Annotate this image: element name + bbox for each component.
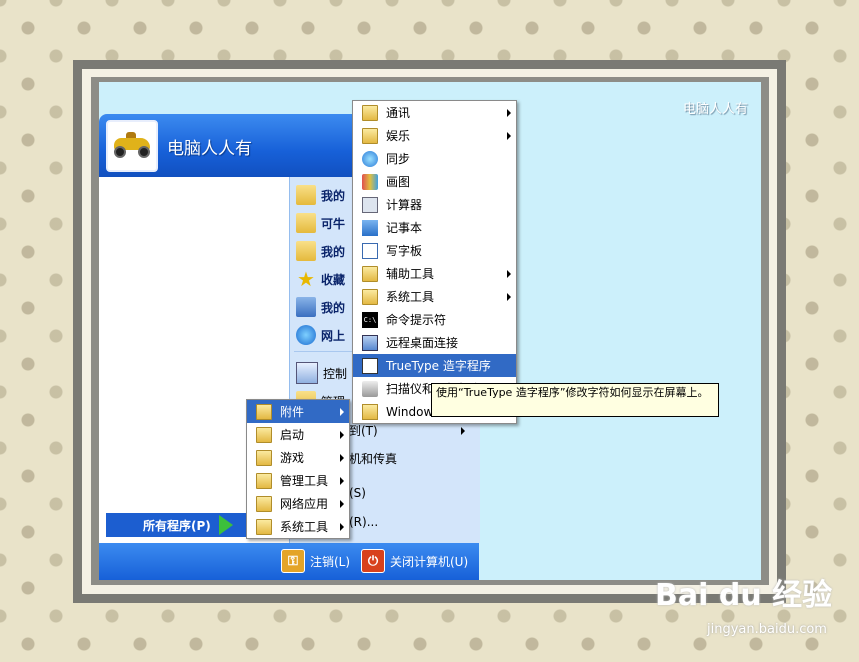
search-item[interactable]: (S)	[349, 486, 366, 500]
menu-item-calculator[interactable]: 计算器	[353, 193, 516, 216]
user-name: 电脑人人有	[167, 139, 252, 159]
folder-icon	[296, 185, 316, 205]
places-item-my-documents[interactable]: 我的	[296, 183, 345, 207]
remote-desktop-icon	[362, 334, 378, 351]
user-avatar[interactable]	[106, 120, 158, 172]
places-item-favorites[interactable]: ★ 收藏	[296, 267, 345, 291]
notepad-icon	[362, 219, 378, 236]
baidu-logo: Bai du 经验	[655, 578, 833, 613]
chevron-right-icon	[340, 430, 344, 439]
folder-icon	[256, 426, 272, 443]
places-item-network[interactable]: 网上	[296, 323, 345, 347]
truetype-editor-icon	[362, 357, 378, 374]
places-item-my-music[interactable]: 我的	[296, 239, 345, 263]
chevron-right-icon	[340, 453, 344, 462]
network-icon	[296, 325, 316, 345]
chevron-right-icon	[340, 522, 344, 531]
logoff-button[interactable]: ⚿ 注销(L)	[281, 549, 350, 573]
tooltip: 使用“TrueType 造字程序”修改字符如何显示在屏幕上。	[431, 383, 719, 417]
chevron-right-icon	[507, 108, 511, 117]
printers-faxes-item[interactable]: 机和传真	[349, 450, 397, 467]
run-item[interactable]: (R)...	[349, 515, 378, 529]
menu-item-accessories[interactable]: 附件	[247, 400, 349, 423]
paint-icon	[362, 173, 378, 190]
folder-icon	[362, 265, 378, 282]
folder-icon	[296, 241, 316, 261]
folder-icon	[362, 127, 378, 144]
menu-item-truetype-editor[interactable]: TrueType 造字程序	[353, 354, 516, 377]
calculator-icon	[362, 196, 378, 213]
chevron-right-icon	[340, 499, 344, 508]
chevron-right-icon	[340, 407, 344, 416]
menu-item-accessibility[interactable]: 辅助工具	[353, 262, 516, 285]
folder-icon	[362, 403, 378, 420]
connect-to-item[interactable]: 到(T)	[349, 422, 378, 439]
places-item-control-panel[interactable]: 控制	[296, 361, 347, 385]
menu-item-network-apps[interactable]: 网络应用	[247, 492, 349, 515]
folder-icon	[256, 495, 272, 512]
power-icon: ⏻	[361, 549, 385, 573]
menu-item-admin-tools[interactable]: 管理工具	[247, 469, 349, 492]
computer-icon	[296, 297, 316, 317]
places-item-keniu[interactable]: 可牛	[296, 211, 345, 235]
chevron-right-icon	[507, 131, 511, 140]
folder-icon	[296, 213, 316, 233]
star-icon: ★	[297, 267, 315, 291]
menu-item-games[interactable]: 游戏	[247, 446, 349, 469]
cmd-icon: C:\	[362, 311, 378, 328]
menu-item-system-tools[interactable]: 系统工具	[247, 515, 349, 538]
chevron-right-icon	[507, 292, 511, 301]
chevron-right-icon	[507, 269, 511, 278]
start-menu-footer: ⚿ 注销(L) ⏻ 关闭计算机(U)	[99, 543, 479, 580]
accessories-menu: 通讯 娱乐 同步 画图 计算器 记事本 写字板 辅助工具 系统工具 C:\ 命令提…	[352, 100, 517, 424]
wordpad-icon	[362, 242, 378, 259]
scanner-icon	[362, 380, 378, 397]
menu-item-wordpad[interactable]: 写字板	[353, 239, 516, 262]
folder-icon	[256, 518, 272, 535]
menu-item-system-tools[interactable]: 系统工具	[353, 285, 516, 308]
menu-item-remote-desktop[interactable]: 远程桌面连接	[353, 331, 516, 354]
programs-menu: 附件 启动 游戏 管理工具 网络应用 系统工具	[246, 399, 350, 539]
menu-item-startup[interactable]: 启动	[247, 423, 349, 446]
folder-icon	[256, 403, 272, 420]
folder-icon	[362, 104, 378, 121]
control-panel-icon	[296, 362, 318, 384]
menu-item-communications[interactable]: 通讯	[353, 101, 516, 124]
chevron-right-icon	[340, 476, 344, 485]
folder-icon	[256, 472, 272, 489]
menu-item-command-prompt[interactable]: C:\ 命令提示符	[353, 308, 516, 331]
folder-icon	[362, 288, 378, 305]
key-icon: ⚿	[281, 549, 305, 573]
places-item-my-computer[interactable]: 我的	[296, 295, 345, 319]
menu-item-paint[interactable]: 画图	[353, 170, 516, 193]
menu-item-entertainment[interactable]: 娱乐	[353, 124, 516, 147]
arrow-right-icon	[219, 515, 233, 535]
menu-item-notepad[interactable]: 记事本	[353, 216, 516, 239]
folder-icon	[256, 449, 272, 466]
desktop-watermark: 电脑人人有	[683, 102, 749, 117]
watermark-url: jingyan.baidu.com	[707, 622, 827, 637]
chevron-right-icon	[461, 427, 465, 435]
sync-icon	[362, 150, 378, 167]
baidu-jingyan-watermark: Bai du 经验 jingyan.baidu.com	[655, 570, 833, 637]
shutdown-button[interactable]: ⏻ 关闭计算机(U)	[361, 549, 468, 573]
menu-item-synchronize[interactable]: 同步	[353, 147, 516, 170]
